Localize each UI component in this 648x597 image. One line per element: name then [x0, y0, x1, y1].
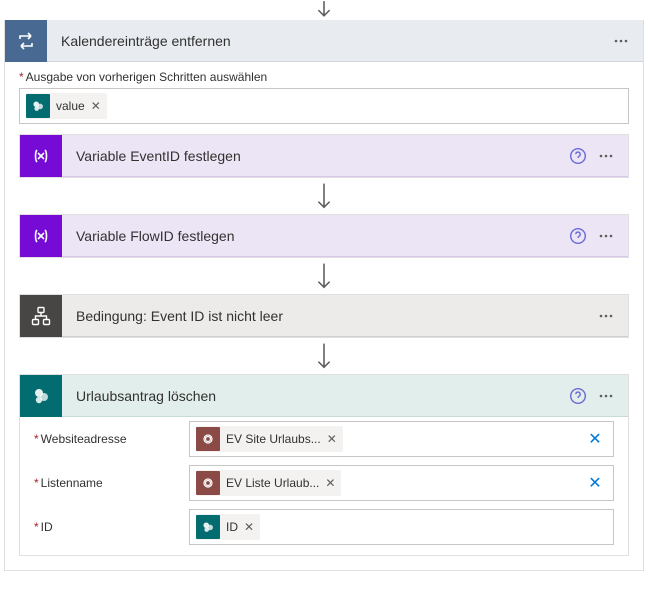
- arrow-icon: [19, 178, 629, 214]
- variable-icon: [20, 135, 62, 177]
- loop-card: Kalendereinträge entfernen *Ausgabe von …: [4, 20, 644, 571]
- sharepoint-icon: [20, 375, 62, 417]
- value-token-remove[interactable]: ✕: [91, 99, 101, 113]
- param-site-input[interactable]: EV Site Urlaubs... ✕ ✕: [189, 421, 614, 457]
- delete-item-help[interactable]: [564, 382, 592, 410]
- condition-title: Bedingung: Event ID ist nicht leer: [62, 308, 592, 324]
- id-token[interactable]: ID ✕: [196, 514, 260, 540]
- env-var-icon: [196, 471, 220, 495]
- set-var-eventid-header[interactable]: Variable EventID festlegen: [20, 135, 628, 177]
- site-token-remove[interactable]: ✕: [327, 432, 337, 446]
- set-var-flowid-help[interactable]: [564, 222, 592, 250]
- list-token[interactable]: EV Liste Urlaub... ✕: [196, 470, 341, 496]
- arrow-icon: [19, 258, 629, 294]
- param-list-label: *Listenname: [34, 476, 189, 490]
- loop-title: Kalendereinträge entfernen: [47, 33, 607, 49]
- delete-item-more[interactable]: [592, 382, 620, 410]
- sharepoint-icon: [26, 94, 50, 118]
- set-var-flowid-more[interactable]: [592, 222, 620, 250]
- set-var-eventid-more[interactable]: [592, 142, 620, 170]
- delete-item-header[interactable]: Urlaubsantrag löschen: [20, 375, 628, 417]
- select-output-input[interactable]: value ✕: [19, 88, 629, 124]
- param-site-row: *Websiteadresse EV Site Urlaubs... ✕ ✕: [20, 417, 628, 461]
- sharepoint-icon: [196, 515, 220, 539]
- arrow-icon: [19, 338, 629, 374]
- set-var-flowid-title: Variable FlowID festlegen: [62, 228, 564, 244]
- param-site-clear[interactable]: ✕: [581, 429, 609, 449]
- loop-icon: [5, 20, 47, 62]
- loop-header[interactable]: Kalendereinträge entfernen: [5, 20, 643, 62]
- condition-icon: [20, 295, 62, 337]
- param-id-label: *ID: [34, 520, 189, 534]
- loop-more-menu[interactable]: [607, 27, 635, 55]
- select-output-label: *Ausgabe von vorherigen Schritten auswäh…: [19, 70, 629, 84]
- env-var-icon: [196, 427, 220, 451]
- param-site-label: *Websiteadresse: [34, 432, 189, 446]
- set-var-flowid-card: Variable FlowID festlegen: [19, 214, 629, 258]
- param-list-input[interactable]: EV Liste Urlaub... ✕ ✕: [189, 465, 614, 501]
- param-id-input[interactable]: ID ✕: [189, 509, 614, 545]
- param-id-row: *ID ID ✕: [20, 505, 628, 555]
- condition-card: Bedingung: Event ID ist nicht leer: [19, 294, 629, 338]
- delete-item-card: Urlaubsantrag löschen *Websiteadresse: [19, 374, 629, 556]
- set-var-eventid-title: Variable EventID festlegen: [62, 148, 564, 164]
- list-token-remove[interactable]: ✕: [325, 476, 335, 490]
- set-var-flowid-header[interactable]: Variable FlowID festlegen: [20, 215, 628, 257]
- list-token-label: EV Liste Urlaub...: [226, 476, 319, 490]
- condition-header[interactable]: Bedingung: Event ID ist nicht leer: [20, 295, 628, 337]
- set-var-eventid-help[interactable]: [564, 142, 592, 170]
- value-token[interactable]: value ✕: [26, 93, 107, 119]
- id-token-remove[interactable]: ✕: [244, 520, 254, 534]
- param-list-clear[interactable]: ✕: [581, 473, 609, 493]
- delete-item-title: Urlaubsantrag löschen: [62, 388, 564, 404]
- site-token[interactable]: EV Site Urlaubs... ✕: [196, 426, 343, 452]
- set-var-eventid-card: Variable EventID festlegen: [19, 134, 629, 178]
- param-list-row: *Listenname EV Liste Urlaub... ✕ ✕: [20, 461, 628, 505]
- condition-more[interactable]: [592, 302, 620, 330]
- variable-icon: [20, 215, 62, 257]
- site-token-label: EV Site Urlaubs...: [226, 432, 321, 446]
- incoming-arrow: [0, 0, 648, 20]
- value-token-label: value: [56, 99, 85, 113]
- id-token-label: ID: [226, 520, 238, 534]
